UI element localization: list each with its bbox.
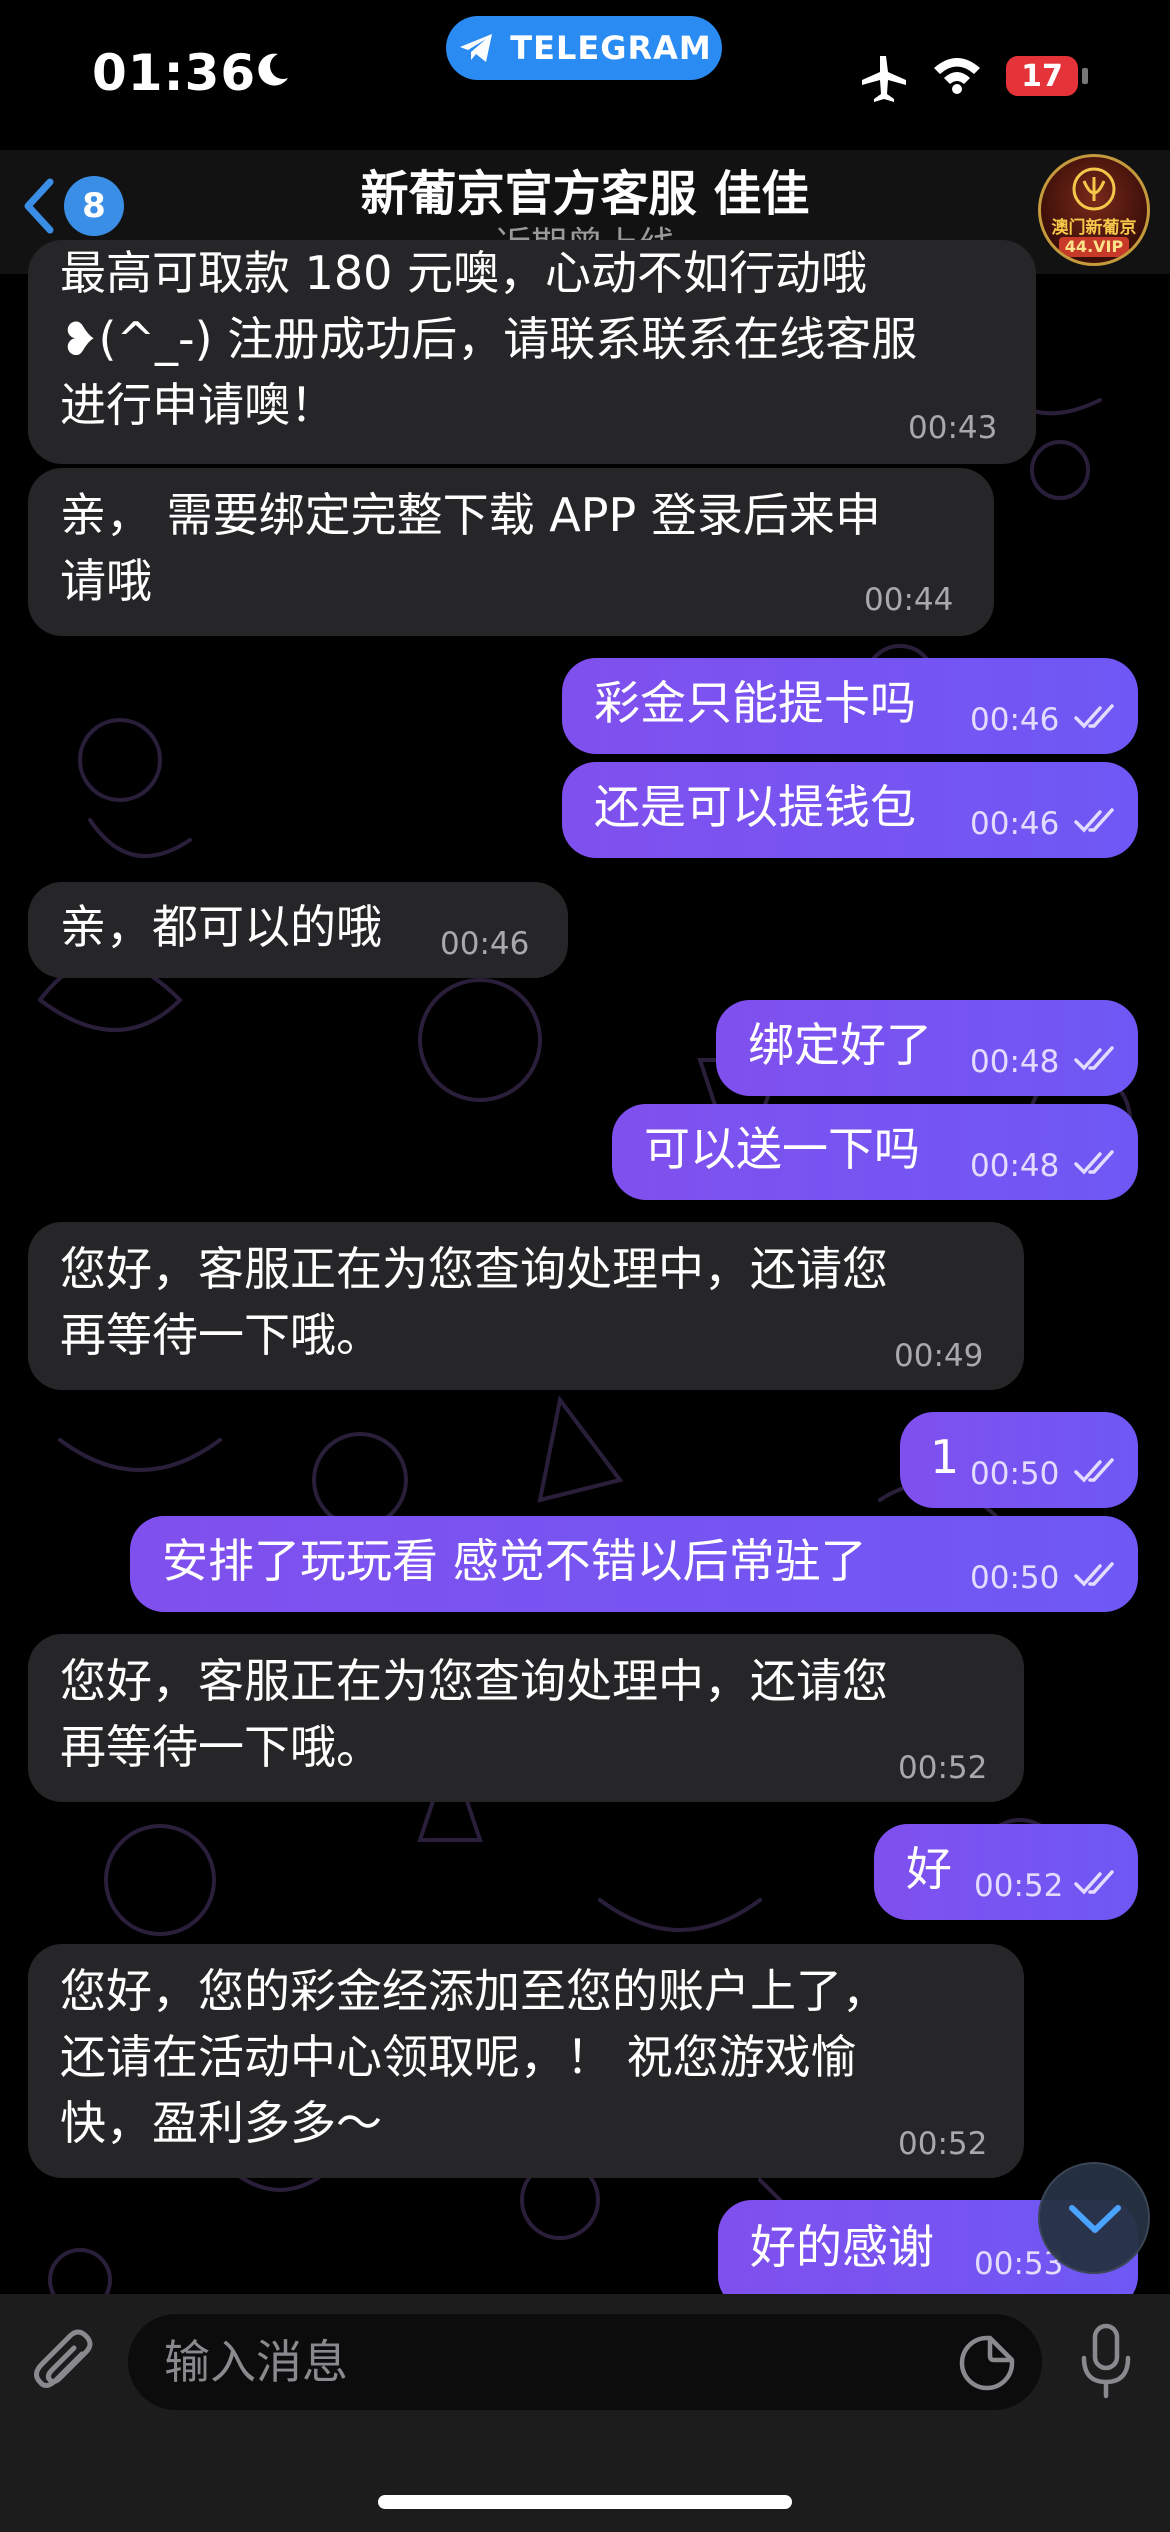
message-text: 彩金只能提卡吗 (594, 676, 916, 730)
logo-icon (1072, 167, 1116, 211)
message-time: 00:50 (970, 1560, 1060, 1596)
message-bubble-incoming[interactable]: 您好，客服正在为您查询处理中，还请您 再等待一下哦。 00:52 (28, 1634, 1024, 1802)
status-bar: 01:36 TELEGRAM 17 (0, 0, 1170, 150)
message-bubble-incoming[interactable]: 您好，客服正在为您查询处理中，还请您 再等待一下哦。 00:49 (28, 1222, 1024, 1390)
message-time: 00:52 (974, 1868, 1064, 1904)
message-text: 可以送一下吗 (644, 1122, 920, 1176)
double-check-icon (1074, 1046, 1114, 1071)
status-time: 01:36 (92, 44, 257, 102)
telegram-icon (460, 34, 493, 62)
message-time: 00:44 (864, 582, 954, 618)
message-text: 1 (930, 1430, 960, 1484)
home-indicator[interactable] (378, 2495, 792, 2509)
telegram-pill[interactable]: TELEGRAM (446, 16, 722, 80)
message-text: 您好，客服正在为您查询处理中，还请您 再等待一下哦。 (60, 1242, 888, 1362)
message-input[interactable] (128, 2314, 1042, 2410)
battery-indicator: 17 (1006, 56, 1078, 96)
avatar[interactable]: 澳门新葡京 44.VIP (1038, 154, 1150, 266)
double-check-icon (1074, 1562, 1114, 1587)
message-text: 亲， 需要绑定完整下载 APP 登录后来申 请哦 (60, 488, 881, 608)
battery-cap (1082, 68, 1088, 84)
paperclip-icon[interactable] (30, 2328, 100, 2402)
message-text: 您好，您的彩金经添加至您的账户上了， 还请在活动中心领取呢，！ 祝您游戏愉 快，… (60, 1964, 888, 2150)
wifi-icon (934, 58, 980, 94)
message-time: 00:48 (970, 1148, 1060, 1184)
chevron-down-icon (1069, 2205, 1121, 2233)
message-bubble-outgoing[interactable]: 1 00:50 (900, 1412, 1138, 1508)
message-text: 最高可取款 180 元噢，心动不如行动哦 ❥(^_-) 注册成功后，请联系联系在… (60, 246, 918, 432)
sticker-icon[interactable] (958, 2334, 1016, 2392)
message-time: 00:43 (908, 410, 998, 446)
message-bubble-outgoing[interactable]: 还是可以提钱包 00:46 (562, 762, 1138, 858)
battery-level: 17 (1021, 58, 1063, 94)
message-time: 00:52 (898, 1750, 988, 1786)
double-check-icon (1074, 1870, 1114, 1895)
message-time: 00:50 (970, 1456, 1060, 1492)
message-bubble-outgoing[interactable]: 彩金只能提卡吗 00:46 (562, 658, 1138, 754)
message-text: 好的感谢 (750, 2220, 934, 2274)
microphone-icon[interactable] (1078, 2322, 1134, 2402)
message-time: 00:48 (970, 1044, 1060, 1080)
double-check-icon (1074, 704, 1114, 729)
telegram-pill-label: TELEGRAM (510, 29, 712, 67)
chat-title[interactable]: 新葡京官方客服 佳佳 (0, 154, 1170, 224)
message-text: 还是可以提钱包 (594, 780, 916, 834)
message-bubble-outgoing[interactable]: 好 00:52 (874, 1824, 1138, 1920)
message-bubble-outgoing[interactable]: 安排了玩玩看 感觉不错以后常驻了 00:50 (130, 1516, 1138, 1612)
airplane-icon (862, 56, 906, 102)
avatar-brand: 澳门新葡京 (1051, 218, 1137, 238)
message-text: 安排了玩玩看 感觉不错以后常驻了 (162, 1534, 867, 1588)
double-check-icon (1074, 1458, 1114, 1483)
double-check-icon (1074, 1150, 1114, 1175)
message-text: 亲，都可以的哦 (60, 900, 382, 954)
message-bubble-outgoing[interactable]: 可以送一下吗 00:48 (612, 1104, 1138, 1200)
message-bubble-incoming[interactable]: 亲，都可以的哦 00:46 (28, 882, 568, 978)
message-bubble-incoming[interactable]: 您好，您的彩金经添加至您的账户上了， 还请在活动中心领取呢，！ 祝您游戏愉 快，… (28, 1944, 1024, 2178)
message-bubble-incoming[interactable]: 最高可取款 180 元噢，心动不如行动哦 ❥(^_-) 注册成功后，请联系联系在… (28, 240, 1036, 464)
moon-icon (258, 53, 288, 86)
message-time: 00:46 (970, 702, 1060, 738)
scroll-to-bottom-button[interactable] (1038, 2162, 1150, 2274)
message-time: 00:49 (894, 1338, 984, 1374)
message-time: 00:52 (898, 2126, 988, 2162)
double-check-icon (1074, 808, 1114, 833)
message-time: 00:46 (970, 806, 1060, 842)
message-text: 您好，客服正在为您查询处理中，还请您 再等待一下哦。 (60, 1654, 888, 1774)
avatar-vip: 44.VIP (1059, 237, 1129, 257)
message-bubble-incoming[interactable]: 亲， 需要绑定完整下载 APP 登录后来申 请哦 00:44 (28, 468, 994, 636)
message-text: 绑定好了 (748, 1018, 932, 1072)
message-text: 好 (906, 1842, 952, 1896)
composer-bar (0, 2294, 1170, 2532)
message-bubble-outgoing[interactable]: 绑定好了 00:48 (716, 1000, 1138, 1096)
message-time: 00:46 (440, 926, 530, 962)
